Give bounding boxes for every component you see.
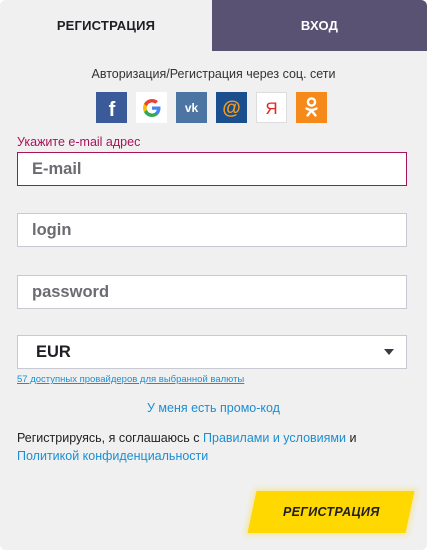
password-input[interactable] [32, 282, 406, 302]
privacy-link[interactable]: Политикой конфиденциальности [17, 449, 208, 463]
agree-and: и [349, 431, 357, 445]
promo-code-link[interactable]: У меня есть промо-код [0, 401, 427, 415]
tab-register[interactable]: РЕГИСТРАЦИЯ [0, 0, 212, 51]
currency-select[interactable]: EUR [17, 335, 407, 369]
providers-link[interactable]: 57 доступных провайдеров для выбранной в… [17, 374, 244, 385]
social-login-buttons: f vk @ Я [96, 92, 327, 123]
svg-text:@: @ [222, 98, 241, 119]
svg-text:f: f [109, 99, 116, 121]
odnoklassniki-button[interactable] [296, 92, 327, 123]
yandex-icon: Я [265, 99, 277, 118]
mailru-button[interactable]: @ [216, 92, 247, 123]
tab-login[interactable]: ВХОД [212, 0, 427, 51]
register-submit-button[interactable]: РЕГИСТРАЦИЯ [247, 491, 415, 533]
email-error-label: Укажите e-mail адрес [17, 135, 141, 149]
login-field-box [17, 213, 407, 247]
terms-link[interactable]: Правилами и условиями [203, 431, 346, 445]
facebook-button[interactable]: f [96, 92, 127, 123]
vk-button[interactable]: vk [176, 92, 207, 123]
password-field-box [17, 275, 407, 309]
yandex-button[interactable]: Я [256, 92, 287, 123]
vk-icon: vk [185, 101, 199, 115]
facebook-icon: f [109, 99, 116, 121]
register-submit-label: РЕГИСТРАЦИЯ [282, 505, 380, 519]
currency-value: EUR [36, 342, 71, 361]
email-field-box [17, 152, 407, 186]
mailru-icon: @ [216, 92, 247, 123]
svg-text:vk: vk [185, 101, 199, 115]
login-input[interactable] [32, 220, 406, 240]
google-icon [142, 98, 160, 117]
social-login-title: Авторизация/Регистрация через соц. сети [91, 67, 336, 81]
svg-text:Я: Я [265, 99, 277, 118]
agree-prefix: Регистрируясь, я соглашаюсь с [17, 431, 200, 445]
email-input[interactable] [32, 159, 406, 179]
chevron-down-icon [384, 349, 394, 355]
odnoklassniki-icon [305, 97, 318, 117]
auth-tabs: РЕГИСТРАЦИЯ ВХОД [0, 0, 427, 51]
registration-panel: РЕГИСТРАЦИЯ ВХОД Авторизация/Регистрация… [0, 0, 427, 550]
google-button[interactable] [136, 92, 167, 123]
terms-agreement-text: Регистрируясь, я соглашаюсь с Правилами … [17, 429, 412, 465]
